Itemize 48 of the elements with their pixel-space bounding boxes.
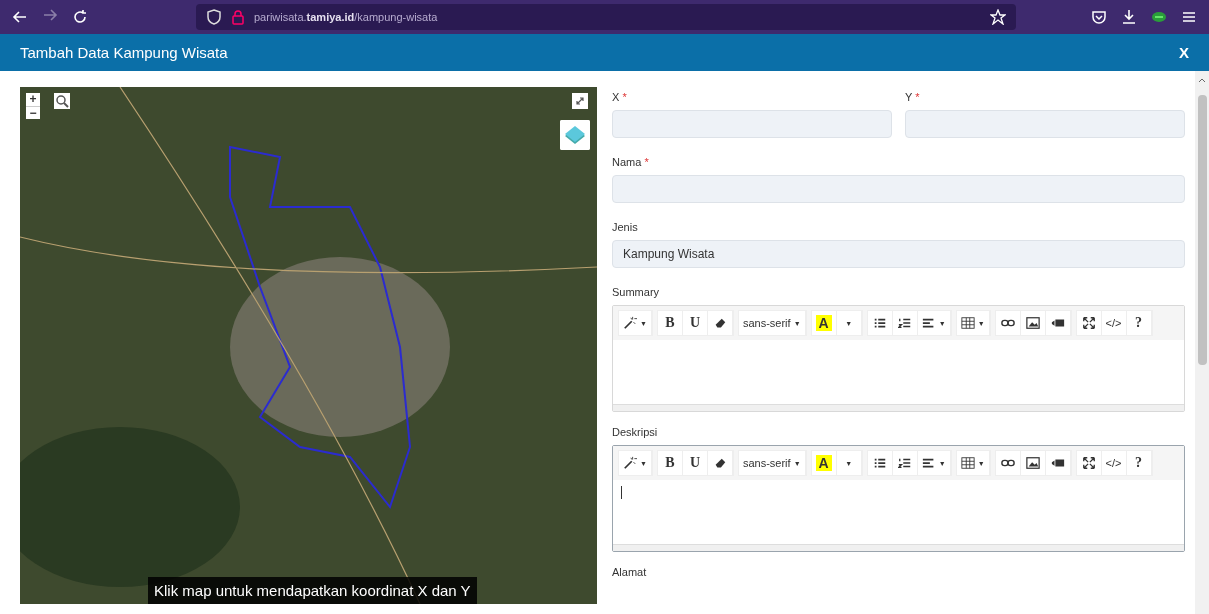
shield-icon xyxy=(206,9,222,25)
fullscreen-icon xyxy=(1081,316,1096,330)
text-field[interactable] xyxy=(612,175,1185,203)
resize-handle[interactable] xyxy=(613,544,1184,551)
lock-icon xyxy=(230,9,246,25)
zoom-out-button[interactable]: − xyxy=(26,106,40,119)
list-icon xyxy=(872,316,887,330)
numbered-list-icon xyxy=(897,316,912,330)
scroll-up-icon[interactable] xyxy=(1198,77,1206,83)
close-button[interactable]: X xyxy=(1179,44,1189,61)
search-icon[interactable] xyxy=(54,93,70,109)
coordinate-field[interactable] xyxy=(905,110,1185,138)
wand-icon xyxy=(623,456,637,470)
picture-icon xyxy=(1025,316,1040,330)
align-icon xyxy=(921,316,936,330)
modal-title: Tambah Data Kampung Wisata xyxy=(20,44,228,61)
field-label: Deskripsi xyxy=(612,426,659,438)
table-icon xyxy=(960,316,975,330)
download-icon[interactable] xyxy=(1121,9,1137,25)
field-label: Summary xyxy=(612,286,661,298)
list-icon xyxy=(872,456,887,470)
scrollbar[interactable] xyxy=(1195,71,1209,614)
text-field[interactable]: Kampung Wisata xyxy=(612,240,1185,268)
map-hint: Klik map untuk mendapatkan koordinat X dan Y xyxy=(148,577,477,604)
coordinate-field[interactable] xyxy=(612,110,892,138)
align-icon xyxy=(921,456,936,470)
menu-icon[interactable] xyxy=(1181,9,1197,25)
field-label: Jenis xyxy=(612,221,639,233)
table-icon xyxy=(960,456,975,470)
field-label: Nama * xyxy=(612,156,650,168)
field-label: Alamat xyxy=(612,566,648,578)
star-icon[interactable] xyxy=(990,9,1006,25)
resize-handle[interactable] xyxy=(613,404,1184,411)
numbered-list-icon xyxy=(897,456,912,470)
map-view[interactable]: + − Klik map untuk mendapatkan koordinat X dan Y xyxy=(20,87,597,604)
picture-icon xyxy=(1025,456,1040,470)
text-cursor xyxy=(621,486,622,499)
back-icon[interactable] xyxy=(12,9,28,25)
url-text: pariwisata.tamiya.id/kampung-wisata xyxy=(254,11,438,23)
extension-icon[interactable] xyxy=(1151,9,1167,25)
address-bar[interactable]: pariwisata.tamiya.id/kampung-wisata xyxy=(196,4,1016,30)
pocket-icon[interactable] xyxy=(1091,9,1107,25)
reload-icon[interactable] xyxy=(72,9,88,25)
wand-icon xyxy=(623,316,637,330)
field-label: Y * xyxy=(905,91,921,103)
fullscreen-icon xyxy=(1081,456,1096,470)
layers-icon[interactable] xyxy=(560,120,590,150)
field-label: X * xyxy=(612,91,628,103)
